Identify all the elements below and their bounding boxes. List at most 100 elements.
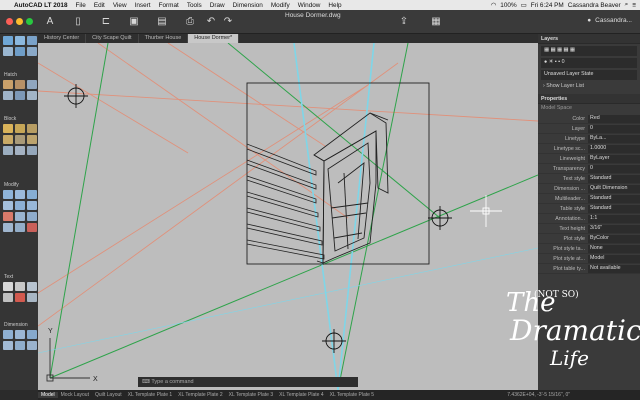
attribute-icon[interactable] bbox=[3, 135, 13, 144]
property-row[interactable]: Color Red bbox=[538, 114, 640, 124]
tab-city-scape-quilt[interactable]: City Scape Quilt bbox=[86, 34, 139, 43]
current-user[interactable]: Cassandra Beaver bbox=[568, 2, 621, 9]
menu-modify[interactable]: Modify bbox=[267, 2, 294, 9]
block-editor-icon[interactable] bbox=[27, 135, 37, 144]
property-value[interactable]: Standard bbox=[588, 174, 640, 183]
property-row[interactable]: Lineweight ByLayer bbox=[538, 154, 640, 164]
property-row[interactable]: Multileader... Standard bbox=[538, 194, 640, 204]
property-row[interactable]: Transparency 0 bbox=[538, 164, 640, 174]
baseline-dim-icon[interactable] bbox=[27, 341, 37, 350]
property-row[interactable]: Table style Standard bbox=[538, 204, 640, 214]
edit-attribute-icon[interactable] bbox=[15, 135, 25, 144]
property-value[interactable]: 1:1 bbox=[588, 214, 640, 223]
rotate-tool-icon[interactable] bbox=[3, 201, 13, 210]
xref-icon[interactable] bbox=[3, 146, 13, 155]
single-line-text-icon[interactable] bbox=[15, 282, 25, 291]
array-tool-icon[interactable] bbox=[15, 223, 25, 232]
layers-header[interactable]: Layers bbox=[538, 34, 640, 44]
property-value[interactable]: Not available bbox=[588, 264, 640, 273]
linear-dim-icon[interactable] bbox=[3, 330, 13, 339]
property-value[interactable]: None bbox=[588, 244, 640, 253]
menu-list-icon[interactable]: ≡ bbox=[632, 2, 636, 9]
property-value[interactable]: 1.0000 bbox=[588, 144, 640, 153]
property-row[interactable]: Dimension ... Quilt Dimension bbox=[538, 184, 640, 194]
undo-icon[interactable]: ↶ bbox=[205, 16, 217, 28]
clock[interactable]: Fri 6:24 PM bbox=[531, 2, 564, 9]
tab-history-center[interactable]: History Center bbox=[38, 34, 87, 43]
property-value[interactable]: 0 bbox=[588, 164, 640, 173]
property-value[interactable]: Standard bbox=[588, 194, 640, 203]
command-input[interactable]: Type a command bbox=[151, 379, 193, 385]
zoom-window-button[interactable] bbox=[26, 18, 33, 25]
property-row[interactable]: Layer 0 bbox=[538, 124, 640, 134]
angular-dim-icon[interactable] bbox=[27, 330, 37, 339]
battery-percent[interactable]: 100% bbox=[500, 2, 516, 9]
plot-icon[interactable]: ⎙ bbox=[184, 16, 196, 28]
extend-tool-icon[interactable] bbox=[15, 212, 25, 221]
radius-dim-icon[interactable] bbox=[3, 341, 13, 350]
menu-app-name[interactable]: AutoCAD LT 2018 bbox=[10, 2, 72, 9]
battery-icon[interactable]: ▭ bbox=[521, 1, 527, 9]
mtext-tool-icon[interactable] bbox=[3, 282, 13, 291]
gradient-tool-icon[interactable] bbox=[15, 80, 25, 89]
chamfer-tool-icon[interactable] bbox=[3, 223, 13, 232]
menu-help[interactable]: Help bbox=[324, 2, 345, 9]
property-row[interactable]: Plot style ByColor bbox=[538, 234, 640, 244]
current-layer-select[interactable]: ● ☀ ▪ ▪ 0 bbox=[541, 58, 637, 68]
section-dimension[interactable]: Dimension bbox=[4, 322, 28, 328]
minimize-window-button[interactable] bbox=[16, 18, 23, 25]
layout-tab[interactable]: XL Template Plate 3 bbox=[226, 392, 276, 398]
edit-block-icon[interactable] bbox=[27, 124, 37, 133]
close-window-button[interactable] bbox=[6, 18, 13, 25]
trim-tool-icon[interactable] bbox=[3, 212, 13, 221]
leader-tool-icon[interactable] bbox=[15, 293, 25, 302]
circle-tool-icon[interactable] bbox=[27, 36, 37, 45]
property-row[interactable]: Linetype sc... 1.0000 bbox=[538, 144, 640, 154]
insert-block-icon[interactable] bbox=[3, 124, 13, 133]
property-value[interactable]: ByLayer bbox=[588, 154, 640, 163]
menu-view[interactable]: View bbox=[109, 2, 131, 9]
wifi-icon[interactable]: ◠ bbox=[491, 1, 497, 9]
property-value[interactable]: 0 bbox=[588, 124, 640, 133]
section-hatch[interactable]: Hatch bbox=[4, 72, 17, 78]
hatch-tool-icon[interactable] bbox=[3, 80, 13, 89]
layout-tab-model[interactable]: Model bbox=[38, 392, 58, 398]
menu-file[interactable]: File bbox=[72, 2, 90, 9]
section-text[interactable]: Text bbox=[4, 274, 13, 280]
stretch-tool-icon[interactable] bbox=[27, 190, 37, 199]
app-logo-icon[interactable]: A bbox=[44, 16, 56, 28]
section-modify[interactable]: Modify bbox=[4, 182, 19, 188]
property-row[interactable]: Text style Standard bbox=[538, 174, 640, 184]
menu-dimension[interactable]: Dimension bbox=[229, 2, 267, 9]
property-row[interactable]: Plot style at... Model bbox=[538, 254, 640, 264]
menu-insert[interactable]: Insert bbox=[131, 2, 155, 9]
command-line[interactable]: ⌨ Type a command bbox=[138, 377, 358, 387]
share-icon[interactable]: ⇪ bbox=[398, 16, 410, 28]
property-row[interactable]: Annotation... 1:1 bbox=[538, 214, 640, 224]
layer-state-select[interactable]: Unsaved Layer State bbox=[541, 70, 637, 80]
region-tool-icon[interactable] bbox=[3, 91, 13, 100]
boundary-tool-icon[interactable] bbox=[27, 80, 37, 89]
layout-tab[interactable]: Quilt Layout bbox=[92, 392, 125, 398]
property-row[interactable]: Plot table ty... Not available bbox=[538, 264, 640, 274]
layout-tab[interactable]: Mock Layout bbox=[58, 392, 92, 398]
menu-window[interactable]: Window bbox=[294, 2, 325, 9]
wipeout-tool-icon[interactable] bbox=[15, 91, 25, 100]
menu-format[interactable]: Format bbox=[155, 2, 183, 9]
account-menu[interactable]: ● Cassandra... bbox=[587, 17, 632, 24]
property-value[interactable]: Standard bbox=[588, 204, 640, 213]
layout-tab[interactable]: XL Template Plate 4 bbox=[276, 392, 326, 398]
spell-check-icon[interactable] bbox=[3, 293, 13, 302]
section-block[interactable]: Block bbox=[4, 116, 16, 122]
diameter-dim-icon[interactable] bbox=[15, 341, 25, 350]
save-icon[interactable]: ▣ bbox=[128, 16, 140, 28]
search-icon[interactable]: ⌕ bbox=[625, 1, 629, 9]
move-tool-icon[interactable] bbox=[3, 190, 13, 199]
arc-tool-icon[interactable] bbox=[3, 47, 13, 56]
properties-header[interactable]: Properties bbox=[538, 94, 640, 104]
property-value[interactable]: Red bbox=[588, 114, 640, 123]
polygon-tool-icon[interactable] bbox=[27, 47, 37, 56]
redo-icon[interactable]: ↷ bbox=[222, 16, 234, 28]
create-block-icon[interactable] bbox=[15, 124, 25, 133]
property-value[interactable]: 3/16" bbox=[588, 224, 640, 233]
